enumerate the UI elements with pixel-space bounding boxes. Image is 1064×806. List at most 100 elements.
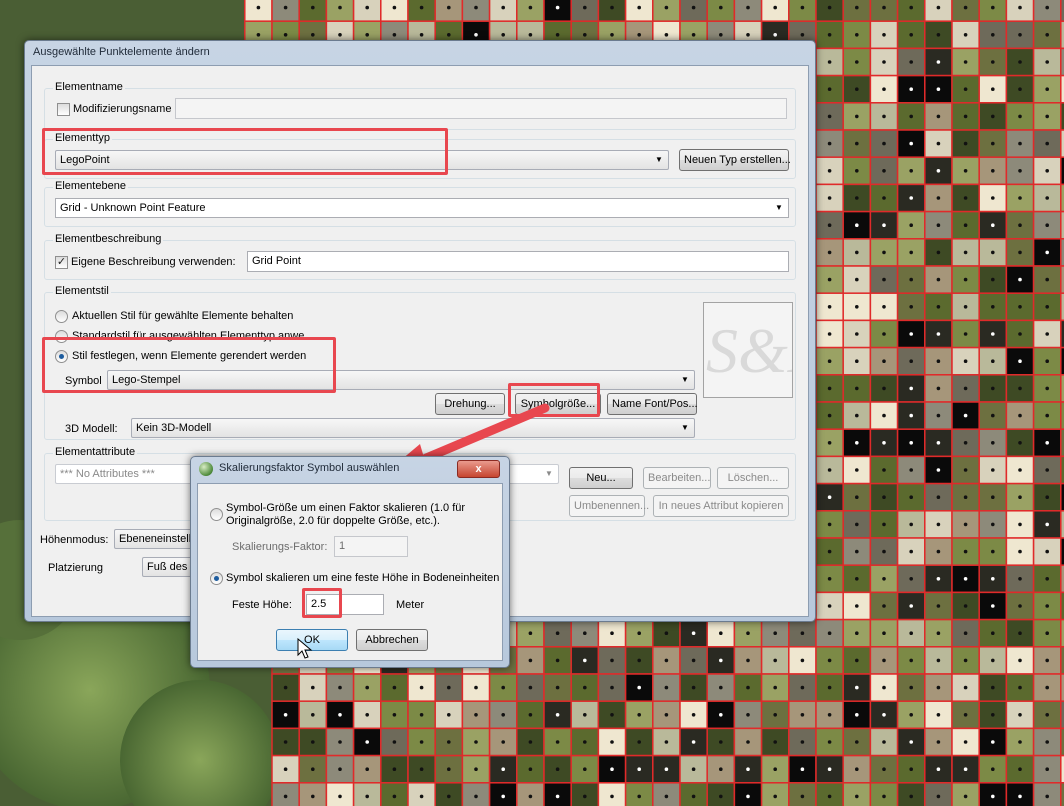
grid-point <box>447 767 451 771</box>
grid-point <box>501 33 506 37</box>
grid-cell <box>624 782 654 806</box>
grid-point <box>528 713 533 717</box>
grid-point <box>882 495 886 500</box>
grid-point <box>746 713 750 717</box>
model-value: Kein 3D-Modell <box>136 422 212 434</box>
cancel-button[interactable]: Abbrechen <box>356 629 428 651</box>
grid-point <box>882 631 886 635</box>
grid-point <box>1045 740 1049 744</box>
grid-point <box>1045 169 1049 173</box>
grid-point <box>909 277 913 282</box>
grid-cell <box>760 782 790 806</box>
grid-point <box>855 631 859 635</box>
grid-cell <box>978 782 1008 806</box>
grid-point <box>1018 767 1022 771</box>
grid-point <box>1018 277 1022 282</box>
group-elementstil-label: Elementstil <box>53 285 111 297</box>
grid-point <box>909 196 913 200</box>
grid-point <box>1018 713 1022 717</box>
attr-new-button[interactable]: Neu... <box>569 467 633 489</box>
grid-point <box>256 5 261 10</box>
rotation-button[interactable]: Drehung... <box>435 393 505 415</box>
grid-point <box>827 468 832 472</box>
grid-point <box>855 332 859 336</box>
grid-point <box>419 740 424 744</box>
grid-point <box>610 658 614 663</box>
attr-copy-button[interactable]: In neues Attribut kopieren <box>653 495 789 517</box>
grid-point <box>855 277 859 282</box>
scale-factor-field[interactable]: 1 <box>334 536 408 557</box>
grid-point <box>637 33 641 37</box>
grid-point <box>610 5 614 10</box>
element-layer-combo[interactable]: Grid - Unknown Point Feature ▼ <box>55 198 789 218</box>
radio-keep-style[interactable] <box>55 310 68 323</box>
attr-rename-button[interactable]: Umbenennen... <box>569 495 649 517</box>
grid-point <box>882 305 886 309</box>
grid-point <box>936 604 941 608</box>
grid-point <box>936 5 941 10</box>
grid-point <box>664 33 669 37</box>
grid-point <box>583 794 587 799</box>
grid-point <box>501 740 506 744</box>
grid-point <box>773 631 777 635</box>
description-field[interactable]: Grid Point <box>247 251 789 272</box>
grid-point <box>311 740 315 744</box>
grid-point <box>963 277 968 282</box>
grid-point <box>855 685 859 690</box>
grid-point <box>311 713 315 717</box>
grid-point <box>773 658 777 663</box>
grid-point <box>419 33 424 37</box>
new-type-button[interactable]: Neuen Typ erstellen... <box>679 149 791 171</box>
grid-point <box>1018 386 1022 391</box>
grid-point <box>746 740 750 744</box>
grid-cell <box>407 0 436 22</box>
grid-point <box>991 332 995 336</box>
grid-point <box>936 114 941 119</box>
grid-point <box>909 685 913 690</box>
grid-point <box>855 441 859 445</box>
scale-factor-label: Skalierungs-Faktor: <box>232 541 328 553</box>
grid-point <box>691 631 696 635</box>
grid-cell <box>407 782 436 806</box>
grid-cell <box>978 0 1008 22</box>
element-name-field[interactable] <box>175 98 787 119</box>
mod-name-checkbox[interactable] <box>57 103 70 116</box>
grid-point <box>909 740 913 744</box>
grid-point <box>338 713 342 717</box>
grid-point <box>583 740 587 744</box>
grid-point <box>882 332 886 336</box>
name-font-button[interactable]: Name Font/Pos... <box>607 393 698 415</box>
close-button[interactable]: x <box>457 460 500 478</box>
grid-point <box>800 631 805 635</box>
grid-point <box>691 658 696 663</box>
radio-scale-factor[interactable] <box>210 508 223 521</box>
grid-point <box>882 250 886 255</box>
grid-point <box>882 196 886 200</box>
grid-point <box>691 767 696 771</box>
grid-cell <box>244 0 273 22</box>
grid-cell <box>652 782 681 806</box>
grid-cell <box>570 782 600 806</box>
grid-point <box>936 794 941 799</box>
model-combo[interactable]: Kein 3D-Modell ▼ <box>131 418 695 438</box>
grid-point <box>882 33 886 37</box>
grid-point <box>855 87 859 91</box>
symbol-preview: S&M <box>703 302 793 398</box>
attr-delete-button[interactable]: Löschen... <box>717 467 789 489</box>
grid-point <box>283 713 288 717</box>
grid-point <box>827 386 832 391</box>
grid-point <box>528 740 533 744</box>
grid-point <box>1045 250 1049 255</box>
grid-point <box>691 740 696 744</box>
grid-cell <box>271 0 300 22</box>
attr-edit-button[interactable]: Bearbeiten... <box>643 467 711 489</box>
radio-fixed-height[interactable] <box>210 572 223 585</box>
grid-point <box>474 5 478 10</box>
grid-point <box>991 631 995 635</box>
grid-cell <box>516 0 545 22</box>
grid-point <box>909 441 913 445</box>
grid-point <box>855 522 859 527</box>
own-description-checkbox[interactable]: ✓ <box>55 256 68 269</box>
grid-point <box>882 141 886 146</box>
group-elementebene-label: Elementebene <box>53 180 128 192</box>
